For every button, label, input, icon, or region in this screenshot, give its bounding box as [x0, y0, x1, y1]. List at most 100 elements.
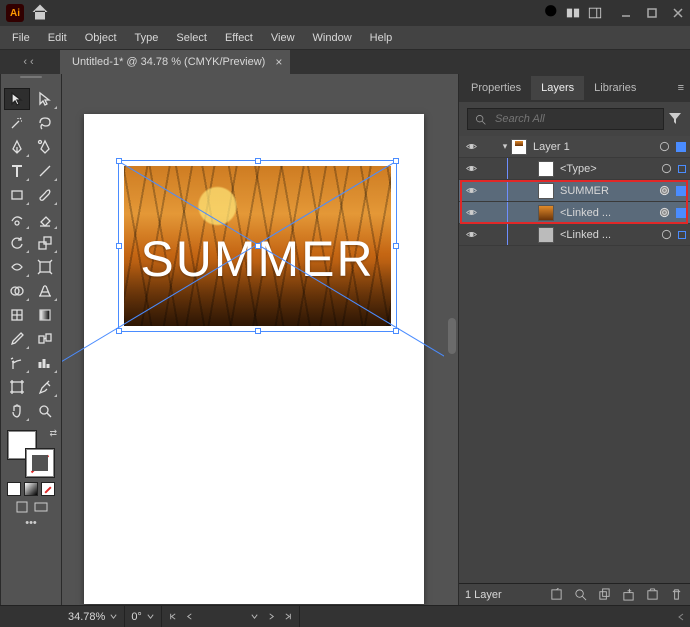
visibility-toggle[interactable]: [459, 184, 483, 197]
stroke-swatch[interactable]: [25, 448, 55, 478]
eyedropper-tool[interactable]: [4, 328, 30, 350]
window-close-button[interactable]: [666, 3, 690, 23]
tab-properties[interactable]: Properties: [461, 76, 531, 100]
artboard-next-icon[interactable]: [267, 612, 276, 621]
color-mode-gradient[interactable]: [24, 482, 38, 496]
menu-object[interactable]: Object: [77, 29, 125, 47]
color-mode-none[interactable]: [41, 482, 55, 496]
layer-name[interactable]: <Linked ...: [560, 207, 656, 219]
swap-fill-stroke-icon[interactable]: ⇄: [49, 428, 57, 439]
layer-name[interactable]: Layer 1: [533, 141, 656, 153]
target-icon[interactable]: [658, 229, 674, 240]
layers-search-input[interactable]: [493, 112, 657, 126]
tab-layers[interactable]: Layers: [531, 76, 584, 100]
locate-object-icon[interactable]: [572, 588, 588, 601]
home-icon[interactable]: [30, 2, 50, 25]
rotate-tool[interactable]: [4, 232, 30, 254]
curvature-tool[interactable]: [32, 136, 58, 158]
layer-row-layer1[interactable]: ▾ Layer 1: [459, 136, 690, 158]
arrange-docs-icon[interactable]: [562, 6, 584, 20]
canvas-area[interactable]: SUMMER: [62, 74, 458, 605]
fill-stroke-swatches[interactable]: ⇄: [5, 428, 57, 480]
eraser-tool[interactable]: [32, 208, 58, 230]
artboard-first-icon[interactable]: [168, 612, 177, 621]
layer-name[interactable]: <Linked ...: [560, 229, 658, 241]
search-icon[interactable]: [542, 2, 562, 25]
visibility-toggle[interactable]: [459, 206, 483, 219]
symbol-sprayer-tool[interactable]: [4, 352, 30, 374]
magic-wand-tool[interactable]: [4, 112, 30, 134]
window-minimize-button[interactable]: [614, 3, 638, 23]
new-layer-icon[interactable]: [644, 588, 660, 601]
make-clipping-mask-icon[interactable]: [596, 588, 612, 601]
collect-for-export-icon[interactable]: [548, 588, 564, 601]
toolbox-grip[interactable]: [1, 76, 61, 84]
layer-row-linked-1[interactable]: <Linked ...: [459, 202, 690, 224]
edit-toolbar-icon[interactable]: •••: [11, 516, 51, 530]
type-tool[interactable]: [4, 160, 30, 182]
expand-toggle[interactable]: ▾: [499, 141, 511, 152]
toolbox-collapse-handle[interactable]: ‹‹: [0, 56, 60, 68]
artboard[interactable]: SUMMER: [84, 114, 424, 604]
delete-layer-icon[interactable]: [668, 588, 684, 601]
target-icon[interactable]: [656, 141, 672, 152]
zoom-level[interactable]: 34.78%: [62, 606, 125, 627]
visibility-toggle[interactable]: [459, 228, 483, 241]
hscroll-left-icon[interactable]: [676, 612, 686, 622]
artboard-last-icon[interactable]: [284, 612, 293, 621]
target-icon[interactable]: [658, 163, 674, 174]
selection-bounding-box[interactable]: [118, 160, 397, 332]
shape-builder-tool[interactable]: [4, 280, 30, 302]
pen-tool[interactable]: [4, 136, 30, 158]
close-tab-icon[interactable]: ×: [275, 55, 282, 69]
menu-type[interactable]: Type: [127, 29, 167, 47]
zoom-tool[interactable]: [32, 400, 58, 422]
artboard-tool[interactable]: [4, 376, 30, 398]
rotate-view[interactable]: 0°: [125, 606, 162, 627]
layers-search[interactable]: [467, 108, 664, 130]
visibility-toggle[interactable]: [459, 140, 483, 153]
scale-tool[interactable]: [32, 232, 58, 254]
artboard-prev-icon[interactable]: [185, 612, 194, 621]
rectangle-tool[interactable]: [4, 184, 30, 206]
vertical-scroll-thumb[interactable]: [448, 318, 456, 354]
mesh-tool[interactable]: [4, 304, 30, 326]
menu-select[interactable]: Select: [168, 29, 215, 47]
screen-mode-icon[interactable]: [33, 500, 49, 514]
panel-menu-icon[interactable]: ≡: [670, 78, 690, 98]
hand-tool[interactable]: [4, 400, 30, 422]
layers-filter-icon[interactable]: [668, 111, 682, 128]
slice-tool[interactable]: [32, 376, 58, 398]
target-icon[interactable]: [656, 207, 672, 218]
target-icon[interactable]: [656, 185, 672, 196]
lasso-tool[interactable]: [32, 112, 58, 134]
layer-row-linked-2[interactable]: <Linked ...: [459, 224, 690, 246]
tab-libraries[interactable]: Libraries: [584, 76, 646, 100]
draw-mode-icon[interactable]: [14, 500, 30, 514]
shaper-tool[interactable]: [4, 208, 30, 230]
menu-effect[interactable]: Effect: [217, 29, 261, 47]
blend-tool[interactable]: [32, 328, 58, 350]
menu-edit[interactable]: Edit: [40, 29, 75, 47]
menu-view[interactable]: View: [263, 29, 303, 47]
selection-tool[interactable]: [4, 88, 30, 110]
artboard-nav[interactable]: [162, 606, 300, 627]
document-tab[interactable]: Untitled-1* @ 34.78 % (CMYK/Preview) ×: [60, 50, 290, 74]
layer-row-type[interactable]: <Type>: [459, 158, 690, 180]
layer-row-summer[interactable]: SUMMER: [459, 180, 690, 202]
workspace-switcher-icon[interactable]: [584, 6, 606, 20]
width-tool[interactable]: [4, 256, 30, 278]
menu-file[interactable]: File: [4, 29, 38, 47]
direct-selection-tool[interactable]: [32, 88, 58, 110]
color-mode-solid[interactable]: [7, 482, 21, 496]
new-sublayer-icon[interactable]: [620, 588, 636, 601]
free-transform-tool[interactable]: [32, 256, 58, 278]
gradient-tool[interactable]: [32, 304, 58, 326]
menu-window[interactable]: Window: [305, 29, 360, 47]
menu-help[interactable]: Help: [362, 29, 401, 47]
layer-name[interactable]: SUMMER: [560, 185, 656, 197]
perspective-grid-tool[interactable]: [32, 280, 58, 302]
line-segment-tool[interactable]: [32, 160, 58, 182]
window-maximize-button[interactable]: [640, 3, 664, 23]
visibility-toggle[interactable]: [459, 162, 483, 175]
